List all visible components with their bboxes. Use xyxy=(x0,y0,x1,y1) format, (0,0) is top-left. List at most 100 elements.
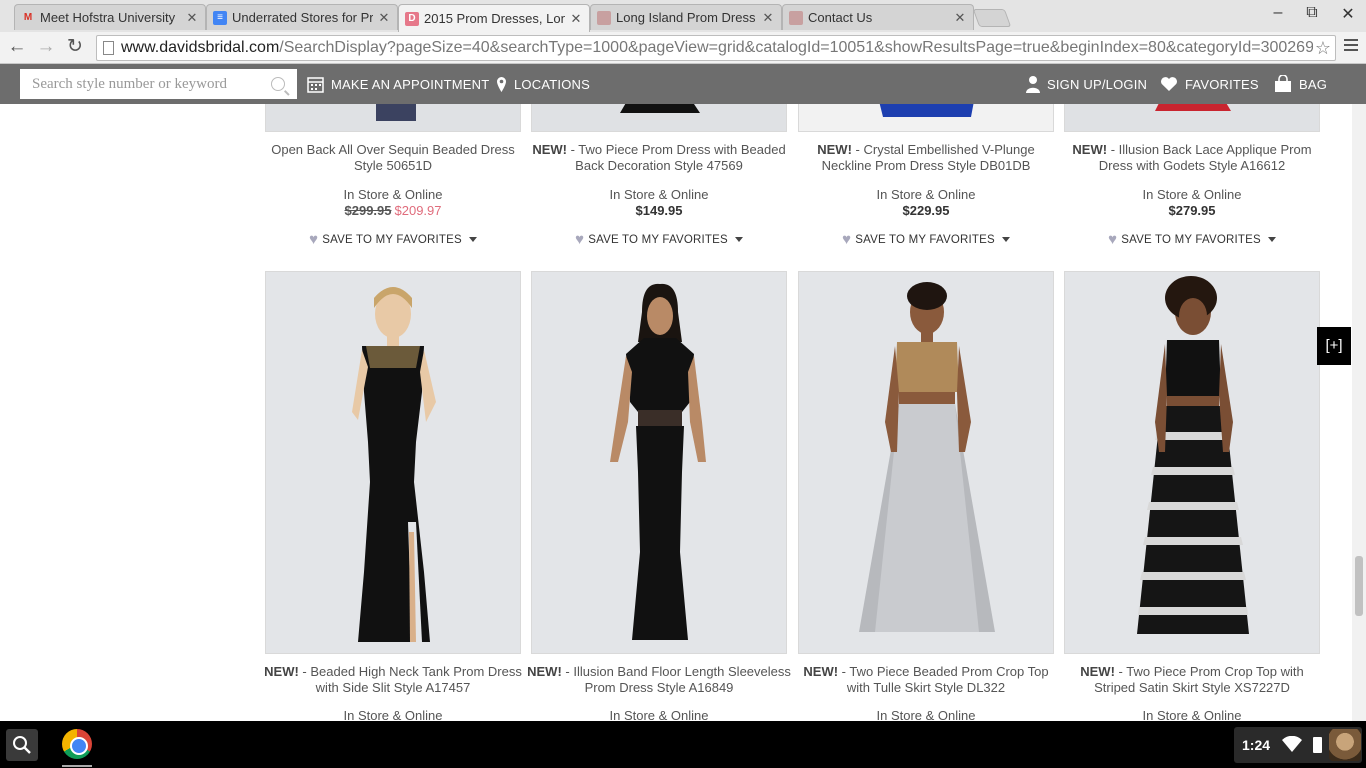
close-tab-icon[interactable]: ✕ xyxy=(569,11,583,27)
calendar-icon xyxy=(307,76,324,93)
heart-icon: ♥ xyxy=(842,231,852,248)
browser-toolbar: ← → ↻ www.davidsbridal.com/SearchDisplay… xyxy=(0,32,1366,64)
save-to-favorites-button[interactable]: ♥ SAVE TO MY FAVORITES xyxy=(1064,231,1320,248)
tab-title: Contact Us xyxy=(808,10,873,25)
launcher-button[interactable] xyxy=(6,729,38,761)
url-host: www.davidsbridal.com xyxy=(121,39,280,56)
maximize-icon[interactable]: ⧉ xyxy=(1302,4,1322,22)
back-icon[interactable]: ← xyxy=(5,35,29,59)
bag-link[interactable]: BAG xyxy=(1274,64,1327,104)
battery-icon xyxy=(1313,737,1322,753)
product-name-link[interactable]: NEW! - Beaded High Neck Tank Prom Dress … xyxy=(259,664,527,696)
close-tab-icon[interactable]: ✕ xyxy=(185,10,199,26)
availability: In Store & Online xyxy=(876,187,976,202)
tab-title: Long Island Prom Dress xyxy=(616,10,756,25)
tab-prom-dresses[interactable]: D 2015 Prom Dresses, Lon ✕ xyxy=(398,4,590,32)
make-appointment-link[interactable]: MAKE AN APPOINTMENT xyxy=(307,64,489,104)
tab-contact-us[interactable]: Contact Us ✕ xyxy=(782,4,974,30)
product-image[interactable] xyxy=(265,104,521,132)
product-image[interactable] xyxy=(531,271,787,654)
availability: In Store & Online xyxy=(1142,187,1242,202)
product-name-link[interactable]: NEW! - Crystal Embellished V-Plunge Neck… xyxy=(792,142,1060,174)
product-image[interactable] xyxy=(1064,271,1320,654)
locations-link[interactable]: LOCATIONS xyxy=(496,64,590,104)
browser-menu-icon[interactable] xyxy=(1344,39,1358,54)
close-tab-icon[interactable]: ✕ xyxy=(377,10,391,26)
product-image[interactable] xyxy=(1064,104,1320,132)
expand-widget-button[interactable]: [+] xyxy=(1317,327,1351,365)
tab-meet-hofstra[interactable]: M Meet Hofstra University ✕ xyxy=(14,4,206,30)
sign-up-login-link[interactable]: SIGN UP/LOGIN xyxy=(1026,64,1147,104)
product-image[interactable] xyxy=(265,271,521,654)
search-icon xyxy=(13,736,31,754)
product-image[interactable] xyxy=(531,104,787,132)
search-input[interactable] xyxy=(20,69,260,99)
chevron-down-icon xyxy=(1267,237,1276,242)
bag-label: BAG xyxy=(1299,76,1328,92)
original-price: $299.95 xyxy=(344,203,392,218)
save-to-favorites-button[interactable]: ♥ SAVE TO MY FAVORITES xyxy=(531,231,787,248)
tab-underrated-stores[interactable]: ≡ Underrated Stores for Pr ✕ xyxy=(206,4,398,30)
product-price: $299.95 $209.97 xyxy=(265,203,521,218)
close-tab-icon[interactable]: ✕ xyxy=(761,10,775,26)
chrome-icon[interactable] xyxy=(62,729,92,759)
availability: In Store & Online xyxy=(1142,708,1242,721)
chevron-down-icon xyxy=(1001,237,1010,242)
browser-tab-strip: M Meet Hofstra University ✕ ≡ Underrated… xyxy=(0,0,1366,32)
product-name-link[interactable]: NEW! - Two Piece Prom Crop Top with Stri… xyxy=(1058,664,1326,696)
minimize-icon[interactable]: – xyxy=(1268,4,1288,22)
forward-icon[interactable]: → xyxy=(34,35,58,59)
heart-icon: ♥ xyxy=(575,231,585,248)
product-grid: Open Back All Over Sequin Beaded Dress S… xyxy=(0,104,1352,721)
favorites-link[interactable]: FAVORITES xyxy=(1160,64,1259,104)
active-app-indicator xyxy=(62,765,92,767)
tab-title: 2015 Prom Dresses, Lon xyxy=(424,11,565,26)
docs-icon: ≡ xyxy=(213,10,227,25)
product-price: $229.95 xyxy=(902,203,950,218)
search-box xyxy=(20,69,297,99)
shopping-bag-icon xyxy=(1274,75,1292,93)
page-icon xyxy=(103,41,114,55)
product-name-link[interactable]: NEW! - Two Piece Prom Dress with Beaded … xyxy=(525,142,793,174)
tab-long-island-prom[interactable]: Long Island Prom Dress ✕ xyxy=(590,4,782,30)
availability: In Store & Online xyxy=(876,708,976,721)
save-to-favorites-button[interactable]: ♥ SAVE TO MY FAVORITES xyxy=(798,231,1054,248)
site-header: MAKE AN APPOINTMENT LOCATIONS SIGN UP/LO… xyxy=(0,64,1366,104)
make-appointment-label: MAKE AN APPOINTMENT xyxy=(331,76,490,92)
tab-title: Underrated Stores for Pr xyxy=(232,10,373,25)
reload-icon[interactable]: ↻ xyxy=(63,35,87,59)
gmail-icon: M xyxy=(23,12,33,23)
bookmark-star-icon[interactable]: ☆ xyxy=(1312,36,1331,60)
sale-price: $209.97 xyxy=(394,203,442,218)
davidsbridal-icon: D xyxy=(405,11,419,26)
product-name-link[interactable]: NEW! - Two Piece Beaded Prom Crop Top wi… xyxy=(792,664,1060,696)
favorites-label: FAVORITES xyxy=(1185,76,1259,92)
product-image[interactable] xyxy=(798,271,1054,654)
scrollbar-thumb[interactable] xyxy=(1355,556,1363,616)
sign-up-login-label: SIGN UP/LOGIN xyxy=(1047,76,1148,92)
save-to-favorites-button[interactable]: ♥ SAVE TO MY FAVORITES xyxy=(265,231,521,248)
close-window-icon[interactable]: ✕ xyxy=(1338,4,1358,24)
new-tab-button[interactable] xyxy=(972,9,1012,27)
os-shelf: 1:24 xyxy=(0,721,1366,768)
user-icon xyxy=(1026,75,1040,93)
close-tab-icon[interactable]: ✕ xyxy=(953,10,967,26)
product-name-link[interactable]: NEW! - Illusion Band Floor Length Sleeve… xyxy=(525,664,793,696)
product-name-link[interactable]: Open Back All Over Sequin Beaded Dress S… xyxy=(259,142,527,174)
site-icon xyxy=(789,10,803,25)
tab-title: Meet Hofstra University xyxy=(40,10,176,25)
chevron-down-icon xyxy=(468,237,477,242)
availability: In Store & Online xyxy=(343,187,443,202)
product-name-link[interactable]: NEW! - Illusion Back Lace Applique Prom … xyxy=(1058,142,1326,174)
chevron-down-icon xyxy=(734,237,743,242)
clock: 1:24 xyxy=(1242,737,1271,753)
address-bar[interactable]: www.davidsbridal.com/SearchDisplay?pageS… xyxy=(96,35,1336,61)
product-price: $279.95 xyxy=(1168,203,1216,218)
search-icon[interactable] xyxy=(271,77,285,91)
heart-icon: ♥ xyxy=(309,231,319,248)
status-tray[interactable]: 1:24 xyxy=(1234,727,1362,763)
avatar[interactable] xyxy=(1329,729,1361,761)
page-scrollbar[interactable] xyxy=(1352,104,1366,721)
availability: In Store & Online xyxy=(343,708,443,721)
product-image[interactable] xyxy=(798,104,1054,132)
